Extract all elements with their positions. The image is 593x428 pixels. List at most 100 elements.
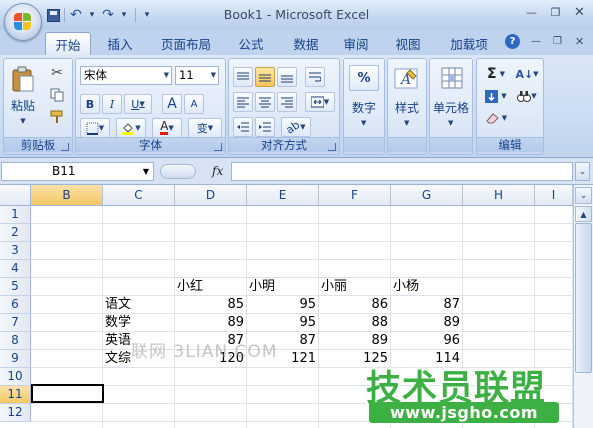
fill-button[interactable]: ▼ xyxy=(481,86,511,106)
subject-cell[interactable]: 语文 xyxy=(105,296,175,314)
cells-button[interactable]: 单元格 xyxy=(430,99,472,116)
align-middle-button[interactable] xyxy=(255,67,275,87)
tab-home[interactable]: 开始 xyxy=(45,32,91,55)
column-header[interactable]: H xyxy=(463,185,535,206)
help-icon[interactable]: ? xyxy=(505,34,520,49)
italic-button[interactable]: I xyxy=(102,94,122,114)
scroll-thumb[interactable] xyxy=(575,223,592,373)
increase-indent-button[interactable] xyxy=(255,117,275,137)
number-button[interactable]: 数字 xyxy=(344,99,384,116)
row-header[interactable]: 12 xyxy=(0,404,31,422)
doc-restore-button[interactable]: ❐ xyxy=(553,36,562,47)
sort-filter-button[interactable]: A↓ ▼ xyxy=(513,64,541,84)
clear-button[interactable]: ▼ xyxy=(481,108,511,128)
score-cell[interactable]: 95 xyxy=(247,296,319,314)
doc-minimize-button[interactable]: — xyxy=(531,36,541,47)
vertical-scrollbar[interactable]: ⌄ ▲ xyxy=(573,185,593,428)
borders-button[interactable]: ▼ xyxy=(80,118,110,138)
score-cell[interactable]: 89 xyxy=(391,314,463,332)
tab-insert[interactable]: 插入 xyxy=(97,32,143,55)
grow-font-button[interactable]: A xyxy=(162,94,182,114)
wrap-text-button[interactable] xyxy=(305,67,325,87)
table-header-cell[interactable]: 小丽 xyxy=(321,278,391,296)
close-button[interactable]: ✕ xyxy=(568,3,591,21)
name-box[interactable]: B11 ▼ xyxy=(1,162,154,181)
font-name-select[interactable]: 宋体 ▼ xyxy=(80,66,172,85)
tab-page-layout[interactable]: 页面布局 xyxy=(155,32,217,55)
score-cell[interactable]: 89 xyxy=(175,314,247,332)
office-button[interactable] xyxy=(4,3,42,41)
row-header[interactable]: 8 xyxy=(0,332,31,350)
autosum-button[interactable]: Σ ▼ xyxy=(481,64,511,84)
shrink-font-button[interactable]: A xyxy=(184,94,204,114)
align-bottom-button[interactable] xyxy=(277,67,297,87)
formula-bar-splitter[interactable] xyxy=(160,164,196,179)
column-header[interactable]: G xyxy=(391,185,463,206)
align-right-button[interactable] xyxy=(277,92,297,112)
expand-formula-bar-button[interactable]: ⌄ xyxy=(575,162,590,181)
underline-button[interactable]: U ▼ xyxy=(124,94,152,114)
subject-cell[interactable]: 数学 xyxy=(105,314,175,332)
row-header[interactable]: 9 xyxy=(0,350,31,368)
fill-color-button[interactable]: ▼ xyxy=(116,118,146,138)
font-name-value: 宋体 xyxy=(84,68,107,82)
insert-function-button[interactable]: fx xyxy=(212,164,223,178)
tab-view[interactable]: 视图 xyxy=(385,32,431,55)
select-all-corner[interactable] xyxy=(0,185,31,206)
row-header[interactable]: 11 xyxy=(0,386,31,404)
cut-button[interactable]: ✂ xyxy=(46,63,68,83)
row-header[interactable]: 7 xyxy=(0,314,31,332)
score-cell[interactable]: 86 xyxy=(319,296,391,314)
row-header[interactable]: 4 xyxy=(0,260,31,278)
clipboard-launcher-icon[interactable] xyxy=(61,143,69,151)
alignment-launcher-icon[interactable] xyxy=(328,143,336,151)
score-cell[interactable]: 87 xyxy=(391,296,463,314)
format-painter-button[interactable] xyxy=(46,107,68,127)
merge-center-button[interactable]: ▼ xyxy=(305,92,335,112)
tab-addins[interactable]: 加载项 xyxy=(441,32,497,55)
align-center-button[interactable] xyxy=(255,92,275,112)
row-header[interactable]: 5 xyxy=(0,278,31,296)
column-header[interactable]: F xyxy=(319,185,391,206)
table-header-cell[interactable]: 小杨 xyxy=(393,278,463,296)
column-header[interactable]: B xyxy=(31,185,103,206)
row-header[interactable]: 2 xyxy=(0,224,31,242)
styles-button[interactable]: 样式 xyxy=(388,99,426,116)
score-cell[interactable]: 95 xyxy=(247,314,319,332)
minimize-button[interactable]: — xyxy=(520,3,543,21)
restore-button[interactable]: ❐ xyxy=(544,3,567,21)
font-size-select[interactable]: 11 ▼ xyxy=(175,66,219,85)
column-header[interactable]: E xyxy=(247,185,319,206)
phonetic-button[interactable]: 变 ▼ xyxy=(188,118,222,138)
column-header[interactable]: D xyxy=(175,185,247,206)
tab-data[interactable]: 数据 xyxy=(283,32,329,55)
score-cell[interactable]: 96 xyxy=(391,332,463,350)
doc-close-button[interactable]: ✕ xyxy=(575,35,584,48)
score-cell[interactable]: 88 xyxy=(319,314,391,332)
row-header[interactable]: 3 xyxy=(0,242,31,260)
paste-button[interactable]: 粘贴 ▼ xyxy=(7,63,39,127)
row-header[interactable]: 10 xyxy=(0,368,31,386)
align-left-button[interactable] xyxy=(233,92,253,112)
score-cell[interactable]: 89 xyxy=(319,332,391,350)
decrease-indent-button[interactable] xyxy=(233,117,253,137)
row-header[interactable]: 1 xyxy=(0,206,31,224)
font-color-button[interactable]: A ▼ xyxy=(152,118,182,138)
column-header[interactable]: C xyxy=(103,185,175,206)
font-launcher-icon[interactable] xyxy=(214,143,222,151)
find-select-button[interactable]: ▼ xyxy=(513,86,541,106)
table-header-cell[interactable]: 小红 xyxy=(177,278,247,296)
tab-formulas[interactable]: 公式 xyxy=(228,32,274,55)
row-header[interactable]: 6 xyxy=(0,296,31,314)
align-top-button[interactable] xyxy=(233,67,253,87)
split-box[interactable]: ⌄ xyxy=(575,187,592,204)
copy-button[interactable] xyxy=(46,85,68,105)
bold-button[interactable]: B xyxy=(80,94,100,114)
tab-review[interactable]: 审阅 xyxy=(333,32,379,55)
formula-input[interactable] xyxy=(231,162,573,181)
score-cell[interactable]: 85 xyxy=(175,296,247,314)
column-header[interactable]: I xyxy=(535,185,573,206)
orientation-button[interactable]: ab ▼ xyxy=(281,117,311,137)
table-header-cell[interactable]: 小明 xyxy=(249,278,319,296)
scroll-up-button[interactable]: ▲ xyxy=(575,206,592,222)
